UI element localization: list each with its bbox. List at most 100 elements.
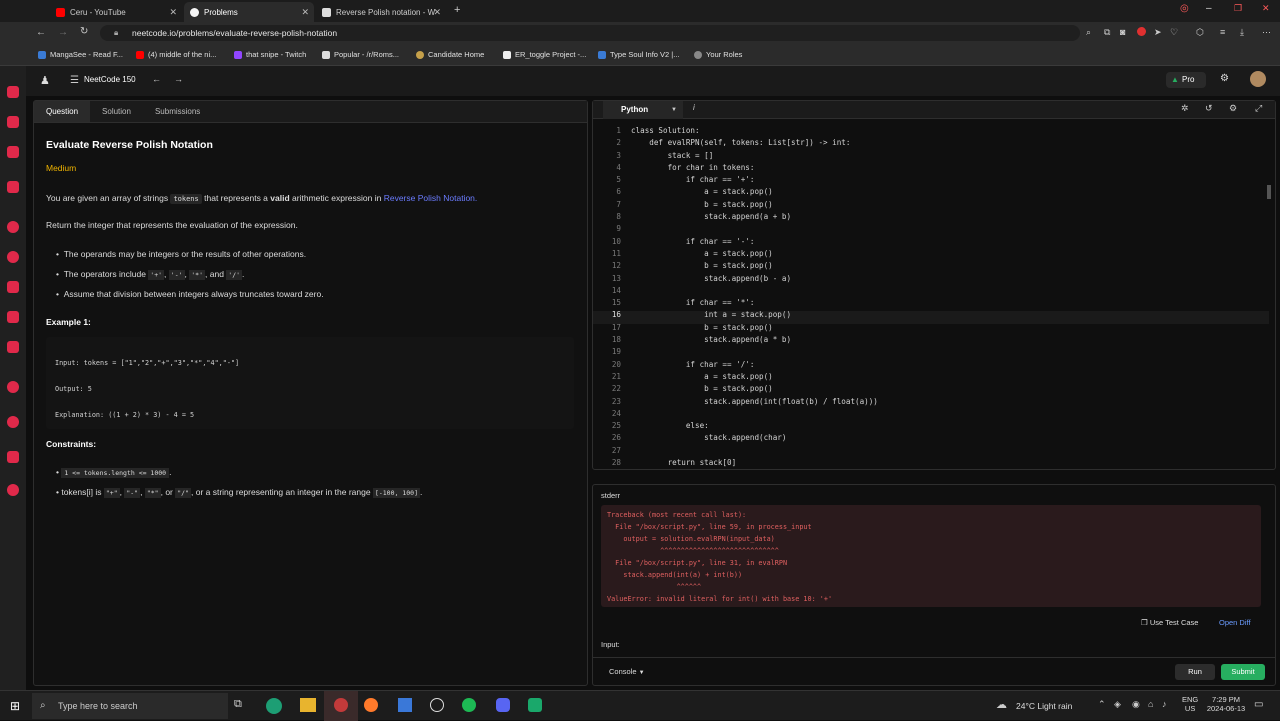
code-line[interactable]: else: <box>631 420 878 432</box>
submit-button[interactable]: Submit <box>1221 664 1265 680</box>
volume-icon[interactable]: ♪ <box>1162 699 1167 709</box>
bug-icon[interactable]: ✲ <box>1181 103 1189 114</box>
maximize-icon[interactable]: ❐ <box>1234 3 1242 14</box>
forward-icon[interactable]: → <box>58 27 68 38</box>
profile-icon[interactable]: ◎ <box>1180 3 1189 14</box>
camera-icon[interactable]: ◙ <box>1120 27 1125 37</box>
app-icon[interactable] <box>430 698 444 712</box>
code-line[interactable] <box>631 285 878 297</box>
language-select[interactable]: Python ▼ <box>603 101 683 119</box>
code-line[interactable]: b = stack.pop() <box>631 260 878 272</box>
windows-start-icon[interactable]: ⊞ <box>10 699 20 713</box>
neetcode-logo-icon[interactable]: ♟ <box>40 74 50 87</box>
code-line[interactable]: stack.append(b - a) <box>631 273 878 285</box>
bookmark-item[interactable]: Your Roles <box>694 50 742 59</box>
tray-icon[interactable]: ◉ <box>1132 699 1140 710</box>
run-button[interactable]: Run <box>1175 664 1215 680</box>
network-icon[interactable]: ⌂ <box>1148 699 1153 709</box>
taskbar-search[interactable]: ⌕ Type here to search <box>32 693 228 719</box>
search-icon[interactable]: ⌕ <box>1086 27 1091 38</box>
tab-submissions[interactable]: Submissions <box>143 101 212 122</box>
open-diff-link[interactable]: Open Diff <box>1219 618 1251 627</box>
send-icon[interactable]: ➤ <box>1154 27 1162 38</box>
extensions-icon[interactable]: ⬡ <box>1196 27 1204 38</box>
list-icon[interactable]: ☰ <box>70 75 79 86</box>
tab-question[interactable]: Question <box>34 101 91 122</box>
bookmark-item[interactable]: that snipe - Twitch <box>234 50 306 59</box>
clock[interactable]: 7:29 PM 2024-06-13 <box>1206 695 1246 713</box>
x-icon[interactable] <box>7 311 19 323</box>
code-line[interactable]: class Solution: <box>631 125 878 137</box>
store-icon[interactable] <box>398 698 412 712</box>
console-toggle[interactable]: Console ▼ <box>609 667 645 676</box>
app-icon[interactable] <box>7 146 19 158</box>
app-icon[interactable] <box>528 698 542 712</box>
code-line[interactable]: a = stack.pop() <box>631 371 878 383</box>
discord-icon[interactable] <box>496 698 510 712</box>
code-line[interactable] <box>631 346 878 358</box>
settings-icon[interactable] <box>7 484 19 496</box>
app-icon[interactable] <box>7 221 19 233</box>
code-text[interactable]: class Solution: def evalRPN(self, tokens… <box>631 125 878 469</box>
code-line[interactable]: a = stack.pop() <box>631 186 878 198</box>
app-icon[interactable] <box>7 86 19 98</box>
next-problem-icon[interactable]: → <box>174 74 183 84</box>
tab-youtube[interactable]: Ceru - YouTube ✕ <box>50 2 182 22</box>
use-test-case-button[interactable]: ❐ Use Test Case <box>1141 618 1198 627</box>
edge-icon[interactable] <box>266 698 282 714</box>
notification-icon[interactable]: ▭ <box>1254 699 1263 710</box>
close-icon[interactable]: ✕ <box>301 7 309 18</box>
code-line[interactable]: b = stack.pop() <box>631 199 878 211</box>
record-icon[interactable] <box>1137 27 1146 36</box>
heart-icon[interactable]: ♡ <box>1170 27 1178 38</box>
reset-icon[interactable]: ↺ <box>1205 103 1213 114</box>
code-line[interactable]: stack = [] <box>631 150 878 162</box>
code-line[interactable]: b = stack.pop() <box>631 383 878 395</box>
tab-solution[interactable]: Solution <box>90 101 143 122</box>
bookmark-item[interactable]: Candidate Home <box>416 50 484 59</box>
weather-text[interactable]: 24°C Light rain <box>1016 701 1072 711</box>
firefox-icon[interactable] <box>364 698 378 712</box>
code-line[interactable]: stack.append(a * b) <box>631 334 878 346</box>
code-line[interactable] <box>631 223 878 235</box>
bookmark-item[interactable]: Type Soul Info V2 |... <box>598 50 680 59</box>
app-icon[interactable] <box>7 416 19 428</box>
code-line[interactable]: if char == '-': <box>631 236 878 248</box>
code-line[interactable]: for char in tokens: <box>631 162 878 174</box>
close-icon[interactable]: ✕ <box>433 7 441 18</box>
code-line[interactable]: stack.append(int(float(b) / float(a))) <box>631 396 878 408</box>
download-icon[interactable]: ⤓ <box>1240 27 1244 38</box>
tray-chevron-icon[interactable]: ⌃ <box>1098 699 1106 710</box>
bookmark-item[interactable]: Popular - /r/Roms... <box>322 50 399 59</box>
language-indicator[interactable]: ENG US <box>1182 695 1198 713</box>
tab-wikipedia[interactable]: Reverse Polish notation - W ✕ <box>316 2 446 22</box>
code-line[interactable]: if char == '*': <box>631 297 878 309</box>
app-icon[interactable] <box>7 451 19 463</box>
app-icon[interactable] <box>7 341 19 353</box>
code-line[interactable]: b = stack.pop() <box>631 322 878 334</box>
scrollbar-thumb[interactable] <box>1267 185 1271 199</box>
close-icon[interactable]: ✕ <box>169 7 177 18</box>
app-icon[interactable] <box>7 281 19 293</box>
new-tab-button[interactable]: + <box>454 4 460 16</box>
code-line[interactable]: stack.append(a + b) <box>631 211 878 223</box>
app-icon[interactable] <box>7 181 19 193</box>
opera-icon[interactable] <box>334 698 348 712</box>
settings-icon[interactable]: ⚙ <box>1229 103 1237 114</box>
code-line[interactable]: return stack[0] <box>631 457 878 469</box>
task-view-icon[interactable]: ⧉ <box>234 698 242 711</box>
menu-icon[interactable]: ⋯ <box>1262 27 1271 38</box>
app-icon[interactable] <box>7 251 19 263</box>
bookmark-item[interactable]: ER_toggle Project -... <box>503 50 586 59</box>
reload-icon[interactable]: ↻ <box>80 26 88 37</box>
app-icon[interactable] <box>7 116 19 128</box>
code-line[interactable]: if char == '/': <box>631 359 878 371</box>
file-explorer-icon[interactable] <box>300 698 316 712</box>
weather-icon[interactable]: ☁ <box>996 698 1007 711</box>
problem-list-title[interactable]: NeetCode 150 <box>84 75 136 84</box>
bookmark-item[interactable]: (4) middle of the ni... <box>136 50 216 59</box>
avatar[interactable] <box>1250 71 1266 87</box>
code-line[interactable]: if char == '+': <box>631 174 878 186</box>
tray-icon[interactable]: ◈ <box>1114 699 1121 710</box>
info-icon[interactable]: i <box>693 103 695 112</box>
